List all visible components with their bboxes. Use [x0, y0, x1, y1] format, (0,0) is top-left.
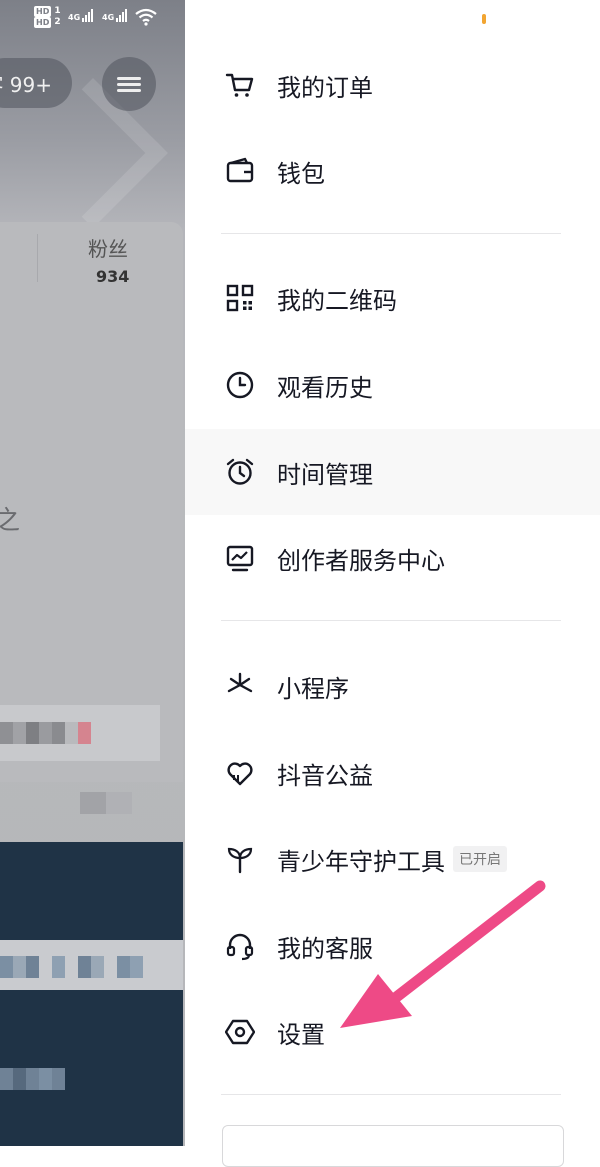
- clock-icon: [223, 368, 257, 402]
- menu-item-wallet[interactable]: 钱包: [185, 128, 600, 214]
- menu-item-label: 观看历史: [277, 373, 373, 402]
- menu-item-mini-programs[interactable]: 小程序: [185, 643, 600, 729]
- status-badge: 已开启: [453, 846, 507, 872]
- blurred-mosaic: [0, 722, 91, 744]
- menu-item-orders[interactable]: 我的订单: [185, 42, 600, 128]
- status-bar: HD 1 HD 2: [34, 6, 61, 28]
- signal-icon: 4G: [102, 8, 128, 22]
- wifi-icon: [135, 8, 157, 26]
- menu-item-watch-history[interactable]: 观看历史: [185, 342, 600, 428]
- cart-icon: [223, 68, 257, 102]
- bottom-action-box[interactable]: [222, 1125, 564, 1167]
- notification-indicator: [482, 14, 486, 24]
- fans-label: 粉丝: [88, 237, 128, 261]
- stat-divider: [37, 234, 38, 282]
- dark-content-band: [0, 842, 183, 940]
- menu-divider: [221, 233, 561, 234]
- menu-divider: [221, 620, 561, 621]
- menu-item-label: 我的二维码: [277, 286, 397, 315]
- signal-icon: 4G: [68, 8, 94, 22]
- menu-item-label: 我的订单: [277, 73, 373, 102]
- sprout-icon: [223, 842, 257, 876]
- menu-item-creator-center[interactable]: 创作者服务中心: [185, 515, 600, 601]
- menu-item-label: 钱包: [277, 159, 325, 188]
- menu-item-label: 时间管理: [277, 460, 373, 489]
- mini-program-icon: [223, 669, 257, 703]
- qrcode-icon: [223, 281, 257, 315]
- menu-item-label: 小程序: [277, 674, 349, 703]
- alarm-icon: [223, 455, 257, 489]
- partial-glyph: 之: [0, 506, 21, 536]
- hamburger-menu-button[interactable]: [102, 57, 156, 111]
- menu-item-qrcode[interactable]: 我的二维码: [185, 255, 600, 341]
- menu-item-label: 抖音公益: [277, 761, 373, 790]
- profile-card: [0, 222, 183, 782]
- menu-item-label: 设置: [277, 1020, 325, 1049]
- visitor-badge[interactable]: 客 99+: [0, 58, 72, 108]
- menu-item-time-management[interactable]: 时间管理: [185, 429, 600, 515]
- fans-count: 934: [96, 267, 130, 286]
- menu-item-charity[interactable]: 抖音公益: [185, 730, 600, 816]
- blurred-mosaic: [0, 1068, 65, 1090]
- heart-charity-icon: [223, 756, 257, 790]
- headset-icon: [223, 929, 257, 963]
- monitor-chart-icon: [223, 541, 257, 575]
- menu-divider: [221, 1094, 561, 1095]
- wallet-icon: [223, 154, 257, 188]
- background-profile-page: HD1 HD2 4G 4G 客 99+ 粉丝 934 之: [0, 0, 185, 1146]
- annotation-arrow: [340, 880, 546, 1028]
- blurred-mosaic: [80, 792, 132, 814]
- hexagon-settings-icon: [223, 1015, 257, 1049]
- menu-item-label: 创作者服务中心: [277, 546, 445, 575]
- blurred-mosaic: [0, 956, 143, 978]
